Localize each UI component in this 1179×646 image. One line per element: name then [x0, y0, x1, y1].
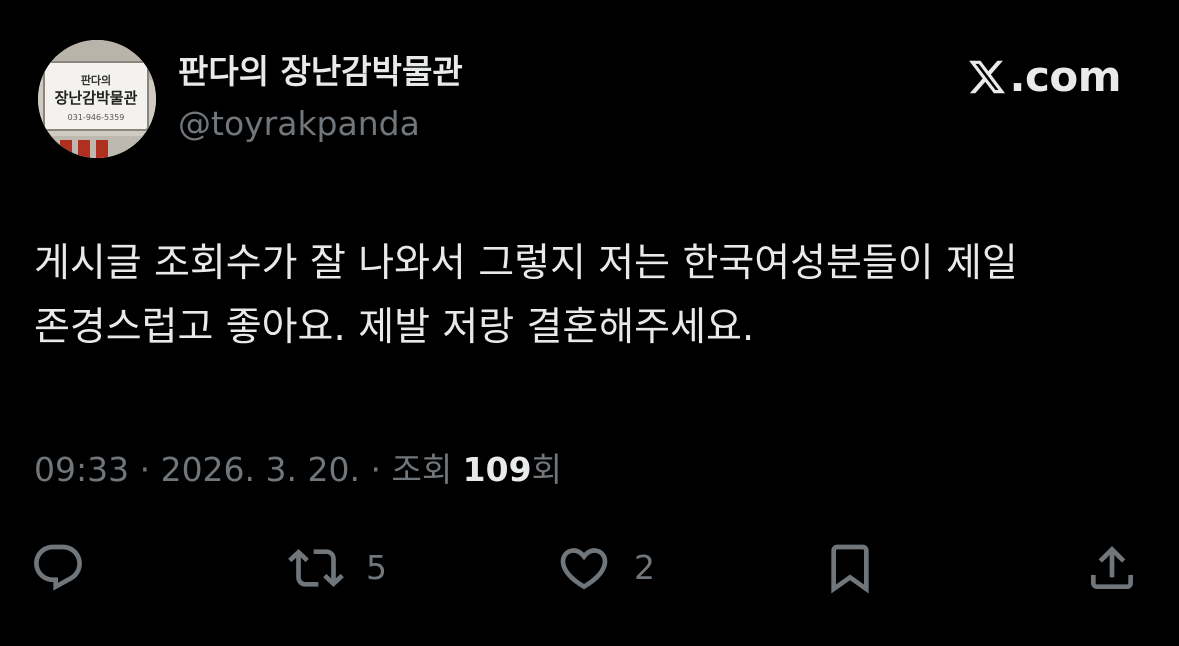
retweet-count: 5 — [366, 548, 387, 587]
timestamp[interactable]: 09:33 · 2026. 3. 20. · 조회 — [34, 450, 463, 489]
action-bar: 5 2 — [0, 540, 1179, 596]
like-count: 2 — [634, 548, 655, 587]
tweet-line: 게시글 조회수가 잘 나와서 그렇지 저는 한국여성분들이 제일 — [34, 241, 1018, 286]
x-logo-icon — [968, 60, 1005, 94]
retweet-icon — [288, 549, 344, 587]
tweet-line: 존경스럽고 좋아요. 제발 저랑 결혼해주세요. — [34, 305, 755, 350]
tweet-text: 게시글 조회수가 잘 나와서 그렇지 저는 한국여성분들이 제일 존경스럽고 좋… — [34, 232, 1154, 360]
reply-icon — [34, 544, 82, 591]
avatar-sign-phone: 031-946-5359 — [68, 113, 125, 122]
display-name[interactable]: 판다의 장난감박물관 — [178, 52, 463, 92]
avatar-sign-line2: 장난감박물관 — [55, 89, 138, 107]
brand-label: .com — [1009, 52, 1122, 101]
reply-button[interactable] — [30, 540, 86, 596]
brand-watermark: .com — [966, 52, 1122, 101]
like-button[interactable]: 2 — [556, 540, 655, 596]
share-button[interactable] — [1084, 540, 1140, 596]
views-count: 109 — [462, 450, 532, 489]
avatar-sign-line1: 판다의 — [81, 73, 111, 87]
user-handle[interactable]: @toyrakpanda — [178, 104, 420, 144]
tweet-meta: 09:33 · 2026. 3. 20. · 조회 109회 — [34, 448, 562, 492]
retweet-button[interactable]: 5 — [288, 540, 387, 596]
avatar[interactable]: 판다의 장난감박물관 031-946-5359 — [38, 40, 156, 158]
views-suffix: 회 — [531, 450, 562, 489]
bookmark-button[interactable] — [822, 540, 878, 596]
share-icon — [1091, 546, 1133, 589]
heart-icon — [560, 548, 608, 590]
bookmark-icon — [831, 544, 869, 594]
avatar-image: 판다의 장난감박물관 031-946-5359 — [38, 40, 156, 158]
